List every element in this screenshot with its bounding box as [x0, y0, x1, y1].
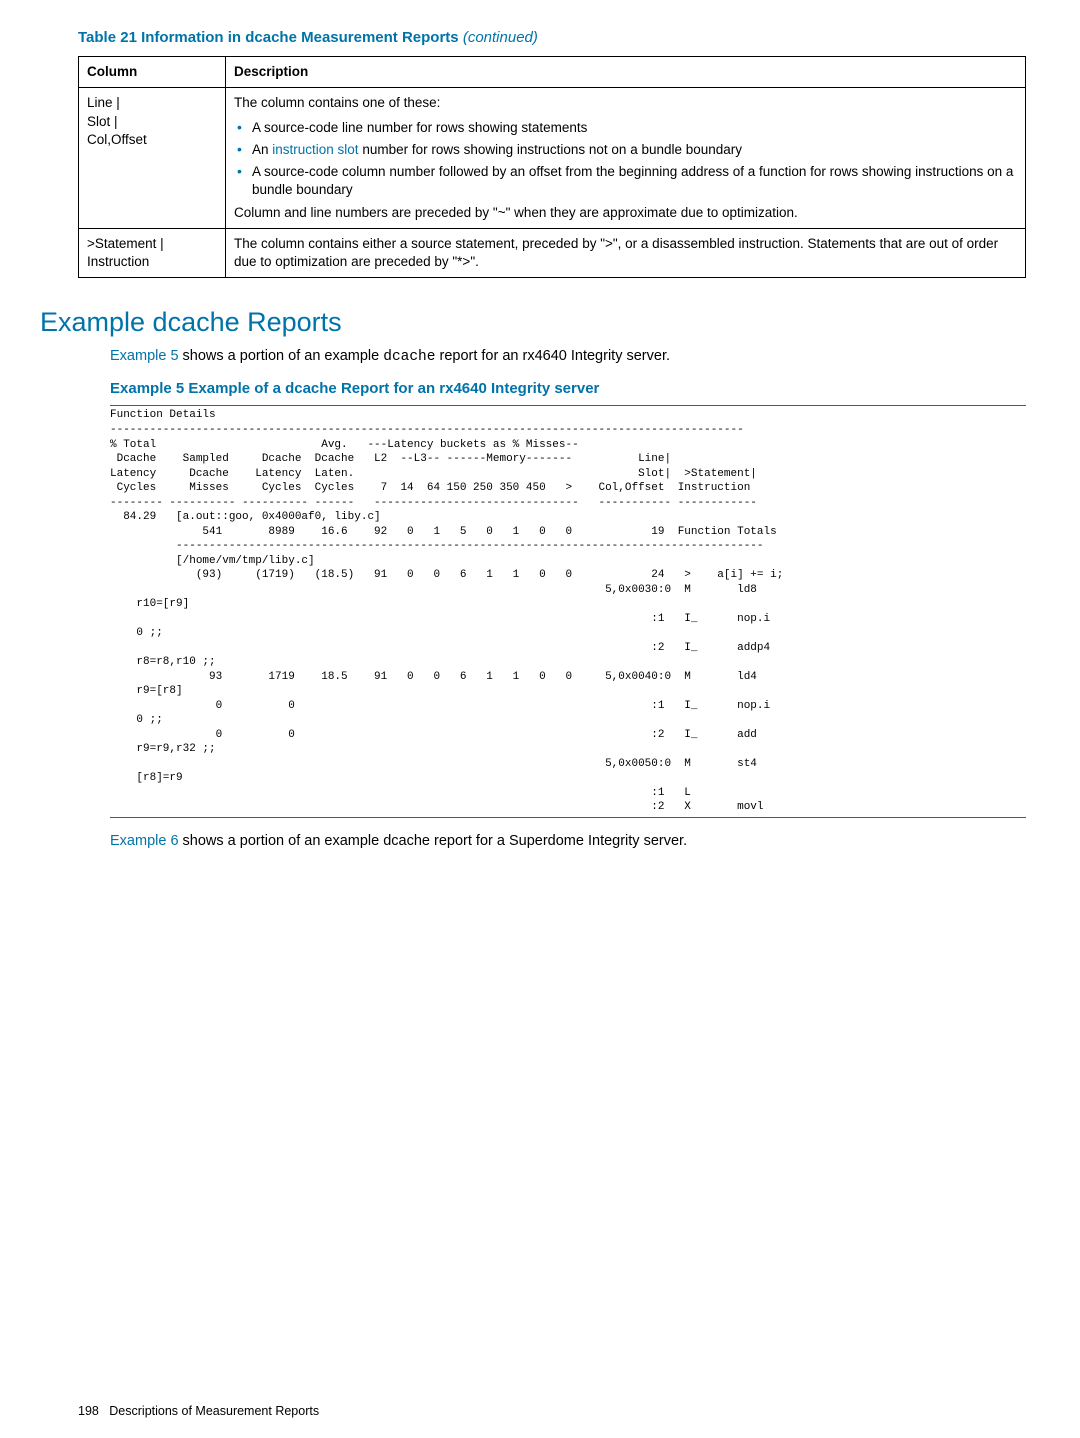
line-label: Line |: [87, 95, 120, 110]
footer-section-title: Descriptions of Measurement Reports: [109, 1404, 319, 1418]
cell-statement-description: The column contains either a source stat…: [226, 228, 1026, 277]
dcache-column-table: Column Description Line | Slot | Col,Off…: [78, 56, 1026, 278]
table-row: Line | Slot | Col,Offset The column cont…: [79, 88, 1026, 228]
footer-page-number: 198: [78, 1404, 99, 1418]
coloffset-label: Col,Offset: [87, 132, 147, 147]
section-heading: Example dcache Reports: [40, 304, 1026, 340]
table-header-row: Column Description: [79, 57, 1026, 88]
example-rule-bottom: [110, 817, 1026, 818]
list-item-text: A source-code column number followed by …: [252, 164, 1013, 197]
statement-label: >Statement |: [87, 236, 164, 251]
para1-c: report for an rx4640 Integrity server.: [435, 348, 670, 364]
cell-line-slot-coloffset: Line | Slot | Col,Offset: [79, 88, 226, 228]
col-header-description: Description: [226, 57, 1026, 88]
list-item: An instruction slot number for rows show…: [234, 139, 1017, 161]
example5-caption: Example 5 Example of a dcache Report for…: [110, 379, 1026, 399]
example-rule-top: [110, 405, 1026, 406]
instruction-label: Instruction: [87, 254, 149, 269]
example5-intro-paragraph: Example 5 shows a portion of an example …: [110, 347, 1026, 368]
example5-link[interactable]: Example 5: [110, 348, 179, 364]
intro-text: The column contains one of these:: [234, 94, 1017, 112]
table-caption: Table 21 Information in dcache Measureme…: [78, 28, 1026, 48]
outro-text: Column and line numbers are preceded by …: [234, 204, 1017, 222]
list-item-text-b: number for rows showing instructions not…: [359, 142, 742, 157]
column-description-list: A source-code line number for rows showi…: [234, 117, 1017, 202]
caption-tail: (continued): [459, 29, 538, 46]
col-header-column: Column: [79, 57, 226, 88]
instruction-slot-link[interactable]: instruction slot: [272, 142, 358, 157]
page-footer: 198 Descriptions of Measurement Reports: [78, 1403, 319, 1420]
para1-b: shows a portion of an example: [179, 348, 384, 364]
table-row: >Statement | Instruction The column cont…: [79, 228, 1026, 277]
list-item: A source-code line number for rows showi…: [234, 117, 1017, 139]
example5-report: Function Details -----------------------…: [110, 408, 1026, 814]
list-item: A source-code column number followed by …: [234, 161, 1017, 201]
slot-label: Slot |: [87, 114, 118, 129]
list-item-text-a: An: [252, 142, 272, 157]
cell-line-description: The column contains one of these: A sour…: [226, 88, 1026, 228]
cell-statement-instruction: >Statement | Instruction: [79, 228, 226, 277]
para2-b: shows a portion of an example dcache rep…: [179, 833, 688, 849]
caption-main: Table 21 Information in dcache Measureme…: [78, 29, 459, 46]
dcache-monospace: dcache: [383, 349, 435, 365]
example6-link[interactable]: Example 6: [110, 833, 179, 849]
example6-intro-paragraph: Example 6 shows a portion of an example …: [110, 832, 1026, 852]
list-item-text: A source-code line number for rows showi…: [252, 120, 587, 135]
